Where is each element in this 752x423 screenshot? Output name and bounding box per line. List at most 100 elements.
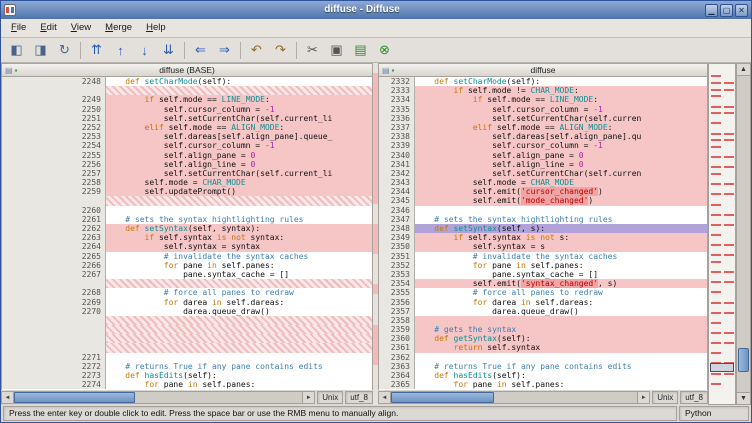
- next-difference-button[interactable]: ↓: [133, 40, 156, 61]
- menu-help[interactable]: Help: [139, 19, 173, 37]
- code-line[interactable]: if self.mode == LINE_MODE:: [106, 95, 372, 104]
- previous-difference-button[interactable]: ↑: [109, 40, 132, 61]
- menu-view[interactable]: View: [64, 19, 98, 37]
- code-line[interactable]: def setSyntax(self, syntax):: [106, 224, 372, 233]
- copy-selection-right-button[interactable]: ⇒: [213, 40, 236, 61]
- last-difference-button[interactable]: ⇊: [157, 40, 180, 61]
- code-line[interactable]: def setSyntax(self, s):: [415, 224, 707, 233]
- scroll-up-icon[interactable]: ▲: [737, 64, 750, 76]
- first-difference-button[interactable]: ⇈: [85, 40, 108, 61]
- code-line[interactable]: self.cursor_column = -1: [415, 105, 707, 114]
- syntax-mode-indicator[interactable]: Python: [679, 406, 749, 421]
- copy-button[interactable]: ▣: [325, 40, 348, 61]
- code-line[interactable]: pane.syntax_cache = []: [106, 270, 372, 279]
- menu-merge[interactable]: Merge: [98, 19, 139, 37]
- menu-file[interactable]: File: [4, 19, 33, 37]
- code-line[interactable]: if self.mode != CHAR_MODE:: [415, 86, 707, 95]
- vscroll-trough[interactable]: [737, 76, 750, 392]
- code-line[interactable]: def setCharMode(self):: [106, 77, 372, 86]
- copy-selection-left-button[interactable]: ⇐: [189, 40, 212, 61]
- code-line[interactable]: # returns True if any pane contains edit…: [415, 362, 707, 371]
- code-line[interactable]: self.align_line = 0: [106, 160, 372, 169]
- code-line[interactable]: [106, 353, 372, 362]
- code-line[interactable]: self.setCurrentChar(self.curren: [415, 169, 707, 178]
- map-viewport-indicator[interactable]: [710, 363, 734, 372]
- pane-base-encoding[interactable]: utf_8: [345, 391, 373, 404]
- hscroll-trough[interactable]: [14, 392, 302, 403]
- code-line[interactable]: darea.queue_draw(): [415, 307, 707, 316]
- code-line[interactable]: def getSyntax(self):: [415, 334, 707, 343]
- code-line[interactable]: [106, 206, 372, 215]
- clear-edits-button[interactable]: ⊗: [373, 40, 396, 61]
- code-line[interactable]: self.dareas[self.align_pane].qu: [415, 132, 707, 141]
- code-line[interactable]: # force all panes to redraw: [415, 288, 707, 297]
- pane-base-hscrollbar[interactable]: ◄ ►: [1, 391, 315, 404]
- close-button[interactable]: ✕: [735, 4, 748, 17]
- code-line[interactable]: def hasEdits(self):: [415, 371, 707, 380]
- code-line[interactable]: for pane in self.panes:: [106, 380, 372, 389]
- code-line[interactable]: # gets the syntax: [415, 325, 707, 334]
- code-line[interactable]: for darea in self.dareas:: [415, 298, 707, 307]
- scroll-down-icon[interactable]: ▼: [737, 392, 750, 404]
- code-line[interactable]: elif self.mode == ALIGN_MODE:: [106, 123, 372, 132]
- code-line[interactable]: darea.queue_draw(): [106, 307, 372, 316]
- code-line[interactable]: # force all panes to redraw: [106, 288, 372, 297]
- maximize-button[interactable]: ▢: [720, 4, 733, 17]
- pane-current-encoding[interactable]: utf_8: [680, 391, 708, 404]
- new-2way-file-merge-button[interactable]: ◧: [5, 40, 28, 61]
- code-line[interactable]: # invalidate the syntax caches: [106, 252, 372, 261]
- hscroll-thumb[interactable]: [391, 392, 494, 403]
- code-line[interactable]: # sets the syntax hightlighting rules: [106, 215, 372, 224]
- code-line[interactable]: # invalidate the syntax caches: [415, 252, 707, 261]
- code-line[interactable]: self.updatePrompt(): [106, 187, 372, 196]
- code-line[interactable]: self.cursor_column = -1: [415, 141, 707, 150]
- code-line[interactable]: pane.syntax_cache = []: [415, 270, 707, 279]
- code-line[interactable]: # returns True if any pane contains edit…: [106, 362, 372, 371]
- code-line[interactable]: self.emit('mode_changed'): [415, 196, 707, 205]
- code-line[interactable]: self.syntax = syntax: [106, 242, 372, 251]
- pane-base-line-format[interactable]: Unix: [317, 391, 343, 404]
- redo-button[interactable]: ↷: [269, 40, 292, 61]
- code-line[interactable]: [415, 316, 707, 325]
- code-line[interactable]: self.cursor_column = -1: [106, 141, 372, 150]
- pane-current-header[interactable]: ▤ ▪ diffuse: [378, 63, 708, 77]
- code-line[interactable]: [415, 353, 707, 362]
- code-line[interactable]: for pane in self.panes:: [106, 261, 372, 270]
- code-line[interactable]: self.setCurrentChar(self.curren: [415, 114, 707, 123]
- code-line[interactable]: self.mode = CHAR_MODE: [415, 178, 707, 187]
- hscroll-thumb[interactable]: [14, 392, 135, 403]
- realign-all-button[interactable]: ↻: [53, 40, 76, 61]
- difference-map[interactable]: [708, 63, 736, 405]
- code-line[interactable]: self.align_pane = 0: [106, 151, 372, 160]
- code-line[interactable]: self.align_line = 0: [415, 160, 707, 169]
- cut-button[interactable]: ✂: [301, 40, 324, 61]
- code-line[interactable]: self.cursor_column = -1: [106, 105, 372, 114]
- vertical-scrollbar[interactable]: ▲ ▼: [736, 63, 751, 405]
- code-line[interactable]: if self.mode == LINE_MODE:: [415, 95, 707, 104]
- pane-current-code[interactable]: 2332 def setCharMode(self):2333 if self.…: [378, 77, 708, 390]
- code-line[interactable]: self.syntax = s: [415, 242, 707, 251]
- code-line[interactable]: # sets the syntax hightlighting rules: [415, 215, 707, 224]
- code-line[interactable]: self.emit('cursor_changed'): [415, 187, 707, 196]
- scroll-right-icon[interactable]: ►: [637, 392, 649, 403]
- code-line[interactable]: elif self.mode == ALIGN_MODE:: [415, 123, 707, 132]
- new-3way-file-merge-button[interactable]: ◨: [29, 40, 52, 61]
- pane-current-hscrollbar[interactable]: ◄ ►: [378, 391, 650, 404]
- code-line[interactable]: for pane in self.panes:: [415, 261, 707, 270]
- minimize-button[interactable]: ▁: [705, 4, 718, 17]
- code-line[interactable]: if self.syntax is not s:: [415, 233, 707, 242]
- code-line[interactable]: for pane in self.panes:: [415, 380, 707, 389]
- code-line[interactable]: [415, 206, 707, 215]
- pane-base-header[interactable]: ▤ ▪ diffuse (BASE): [1, 63, 373, 77]
- code-line[interactable]: self.align_pane = 0: [415, 151, 707, 160]
- code-line[interactable]: for darea in self.dareas:: [106, 298, 372, 307]
- pane-current-line-format[interactable]: Unix: [652, 391, 678, 404]
- scroll-left-icon[interactable]: ◄: [379, 392, 391, 403]
- scroll-right-icon[interactable]: ►: [302, 392, 314, 403]
- scroll-left-icon[interactable]: ◄: [2, 392, 14, 403]
- code-line[interactable]: def setCharMode(self):: [415, 77, 707, 86]
- code-line[interactable]: self.emit('syntax_changed', s): [415, 279, 707, 288]
- code-line[interactable]: return self.syntax: [415, 343, 707, 352]
- code-line[interactable]: self.setCurrentChar(self.current_li: [106, 169, 372, 178]
- code-line[interactable]: self.dareas[self.align_pane].queue_: [106, 132, 372, 141]
